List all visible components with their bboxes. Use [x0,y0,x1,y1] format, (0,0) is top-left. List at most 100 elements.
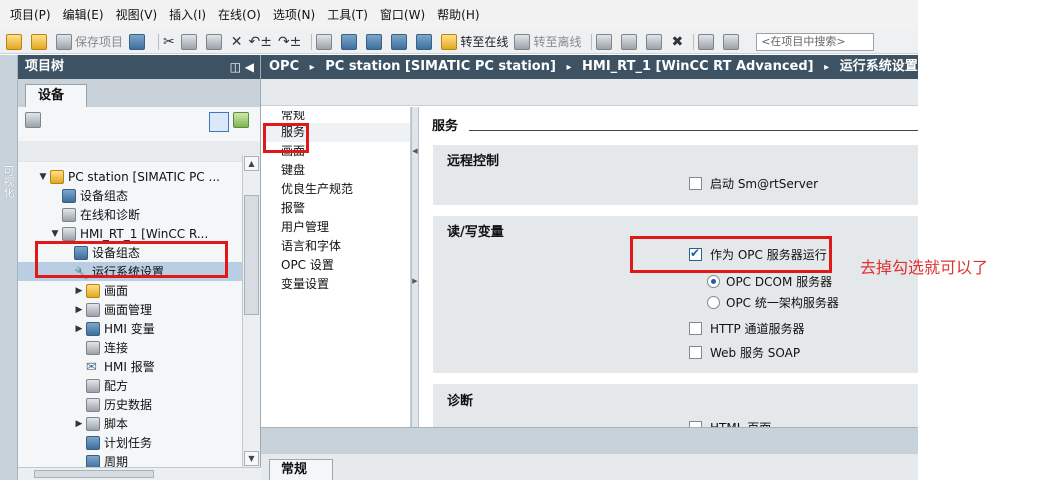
collapse-panel-buttons[interactable]: ◫ ◀ [230,55,254,79]
breadcrumb-item[interactable]: OPC [269,59,299,74]
category-tag-settings[interactable]: 变量设置 [265,275,410,294]
split-vertical-icon [723,33,740,50]
opc-dcom-option[interactable]: OPC DCOM 服务器 [707,273,832,290]
go-online-icon [441,33,458,50]
new-project-button[interactable] [6,31,25,53]
tab-general[interactable]: 常规 [269,459,333,480]
expand-arrow-icon[interactable]: ▼ [50,229,60,239]
save-project-button[interactable]: 保存项目 [56,31,123,53]
upload-button[interactable] [366,31,385,53]
tree-item-device-config[interactable]: 设备组态 [18,186,242,205]
delete-icon: ✕ [230,33,243,50]
tree-vertical-scrollbar[interactable]: ▲ ▼ [242,155,260,467]
splitter-arrow-icon[interactable]: ◀ [412,147,418,155]
breadcrumb-item[interactable]: PC station [SIMATIC PC station] [325,59,556,74]
scroll-down-icon[interactable]: ▼ [244,451,259,466]
tree-item-connections[interactable]: 连接 [18,338,242,357]
smartserver-checkbox[interactable] [689,177,702,190]
splitter-arrow-icon[interactable]: ▶ [412,277,418,285]
device-config-icon [62,188,76,203]
print-button[interactable] [129,31,148,53]
category-general[interactable]: 常规 [265,111,410,123]
runtime-icon [416,33,433,50]
redo-button[interactable]: ↷± [278,31,301,53]
web-soap-label: Web 服务 SOAP [710,346,801,360]
breadcrumb-item[interactable]: HMI_RT_1 [WinCC RT Advanced] [582,59,814,74]
tree-item-historical-data[interactable]: 历史数据 [18,395,242,414]
web-soap-option[interactable]: Web 服务 SOAP [689,344,800,361]
tree-item-screens[interactable]: ▶ 画面 [18,281,242,300]
scroll-thumb[interactable] [34,470,154,478]
scroll-up-icon[interactable]: ▲ [244,156,259,171]
panel-splitter[interactable]: ◀ ▶ [411,107,419,427]
opc-dcom-radio[interactable] [707,275,720,288]
go-online-button[interactable]: 转至在线 [441,31,508,53]
tree-horizontal-scrollbar[interactable] [18,467,261,480]
expand-arrow-icon[interactable]: ▶ [74,305,84,315]
tree-item-scripts[interactable]: ▶ 脚本 [18,414,242,433]
new-item-icon[interactable] [25,112,41,128]
accessible-devices-button[interactable] [596,31,615,53]
category-gmp[interactable]: 优良生产规范 [265,180,410,199]
category-keyboard[interactable]: 键盘 [265,161,410,180]
menu-window[interactable]: 窗口(W) [374,0,431,30]
category-opc-settings[interactable]: OPC 设置 [265,256,410,275]
task-card-strip: 可视化 [0,55,18,480]
scheduled-task-icon [86,435,100,450]
go-offline-button[interactable]: 转至离线 [514,31,581,53]
menu-project[interactable]: 项目(P) [4,0,57,30]
compile-button[interactable] [316,31,335,53]
menu-tools[interactable]: 工具(T) [321,0,374,30]
delete-button[interactable]: ✕ [231,31,243,53]
export-icon[interactable] [233,112,249,128]
smartserver-option[interactable]: 启动 Sm@rtServer [689,175,818,192]
expand-arrow-icon[interactable]: ▼ [38,172,48,182]
category-alarms[interactable]: 报警 [265,199,410,218]
menu-edit[interactable]: 编辑(E) [57,0,110,30]
simulate-button[interactable] [391,31,410,53]
category-language-font[interactable]: 语言和字体 [265,237,410,256]
tree-item-online-diagnostics[interactable]: 在线和诊断 [18,205,242,224]
menu-view[interactable]: 视图(V) [110,0,164,30]
http-server-checkbox[interactable] [689,322,702,335]
breadcrumb-item[interactable]: 运行系统设置 [840,59,918,74]
expand-arrow-icon[interactable]: ▶ [74,286,84,296]
split-horizontal-button[interactable] [698,31,717,53]
runtime-button[interactable] [416,31,435,53]
start-cpu-button[interactable] [621,31,640,53]
expand-arrow-icon[interactable]: ▶ [74,419,84,429]
opc-ua-radio[interactable] [707,296,720,309]
cross-reference-button[interactable]: ✖ [671,31,683,53]
stop-cpu-button[interactable] [646,31,665,53]
split-vertical-button[interactable] [723,31,742,53]
menu-insert[interactable]: 插入(I) [163,0,212,30]
download-button[interactable] [341,31,360,53]
visualization-strip-label: 可视化 [2,165,15,198]
tree-item-hmi-alarms[interactable]: ✉ HMI 报警 [18,357,242,376]
paste-button[interactable] [205,31,225,53]
scroll-thumb[interactable] [244,195,259,315]
menu-options[interactable]: 选项(N) [267,0,321,30]
undo-button[interactable]: ↶± [248,31,271,53]
project-search-input[interactable]: <在项目中搜索> [756,32,875,51]
copy-button[interactable] [180,31,200,53]
expand-arrow-icon[interactable]: ▶ [74,324,84,334]
tree-item-cycles[interactable]: 周期 [18,452,242,467]
details-view-button[interactable] [209,112,229,132]
menu-help[interactable]: 帮助(H) [431,0,485,30]
tab-devices[interactable]: 设备 [25,84,87,107]
tree-item-recipes[interactable]: 配方 [18,376,242,395]
web-soap-checkbox[interactable] [689,346,702,359]
tree-item-screen-management[interactable]: ▶ 画面管理 [18,300,242,319]
tree-item-hmi-tags[interactable]: ▶ HMI 变量 [18,319,242,338]
opc-ua-option[interactable]: OPC 统一架构服务器 [707,294,839,311]
http-server-option[interactable]: HTTP 通道服务器 [689,320,805,337]
open-project-button[interactable] [31,31,50,53]
category-user-admin[interactable]: 用户管理 [265,218,410,237]
tree-item-pc-station[interactable]: ▼ PC station [SIMATIC PC ... [18,167,242,186]
cut-button[interactable]: ✂ [163,31,175,53]
html-pages-option[interactable]: HTML 页面 [689,419,771,427]
tree-item-scheduled-tasks[interactable]: 计划任务 [18,433,242,452]
cut-icon: ✂ [163,33,175,50]
menu-online[interactable]: 在线(O) [212,0,267,30]
